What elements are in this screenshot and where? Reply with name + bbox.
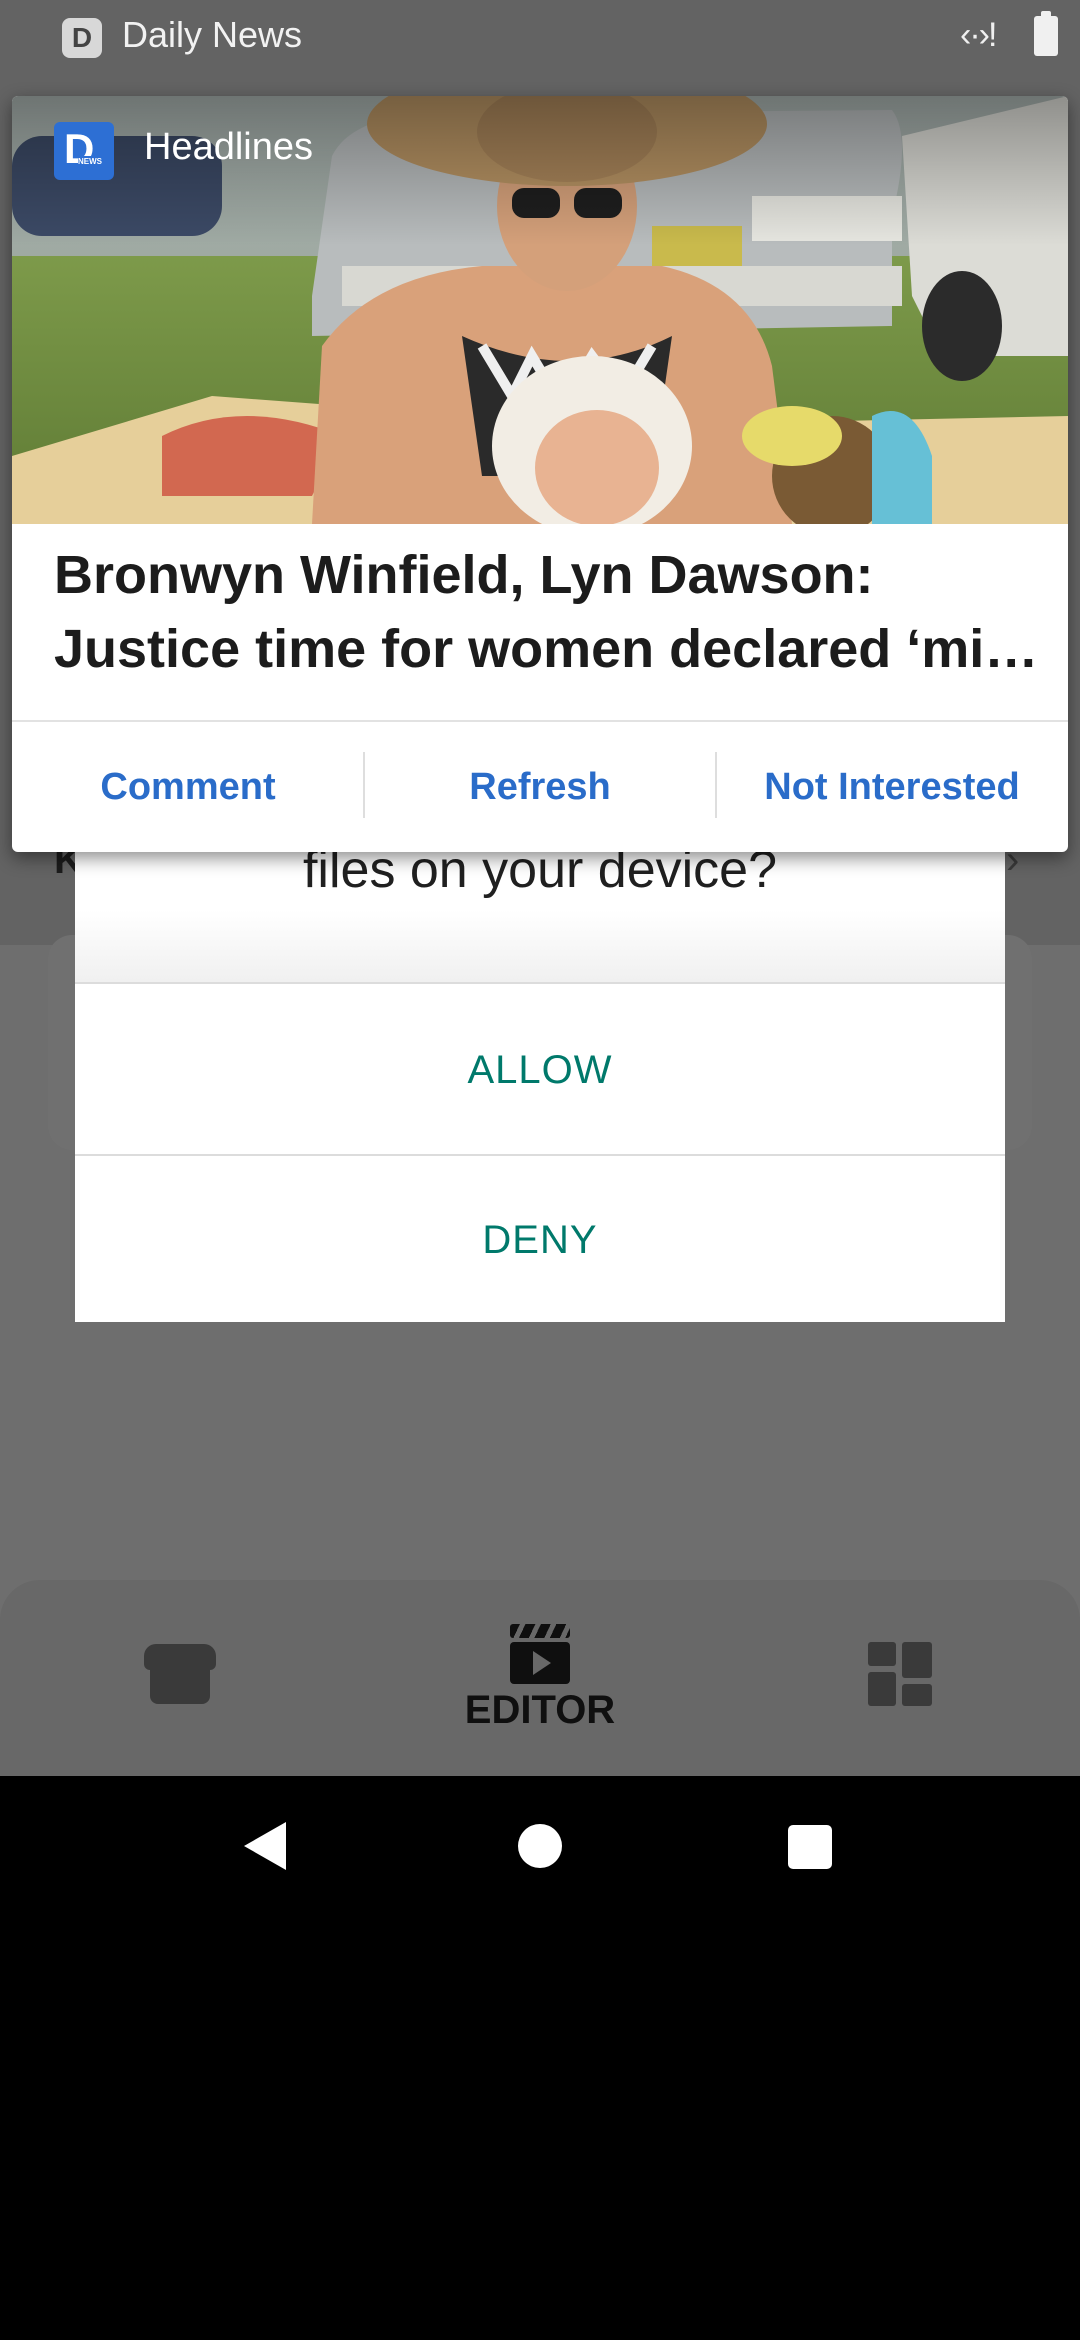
not-interested-button[interactable]: Not Interested	[716, 722, 1068, 852]
clapperboard-play-icon	[510, 1624, 570, 1638]
nav-editor-label: EDITOR	[464, 1688, 616, 1732]
notification-photo: D NEWS Headlines	[12, 96, 1068, 524]
store-icon-body	[150, 1666, 210, 1704]
back-icon[interactable]	[244, 1822, 286, 1870]
title-line-2: Justice time for women declared ‘mi…	[54, 619, 1039, 679]
home-icon[interactable]	[518, 1824, 562, 1868]
nav-store[interactable]	[60, 1580, 300, 1776]
comment-button[interactable]: Comment	[12, 722, 364, 852]
news-icon: D	[62, 18, 102, 58]
dialog-fade	[75, 910, 1005, 982]
status-bar: D Daily News ‹·›!	[0, 0, 1080, 74]
notification-channel: Headlines	[144, 126, 313, 168]
recents-icon[interactable]	[788, 1825, 832, 1869]
dashboard-icon	[868, 1642, 932, 1706]
notification-title: Bronwyn Winfield, Lyn Dawson: Justice ti…	[54, 538, 1044, 686]
battery-icon	[1034, 11, 1058, 56]
divider	[75, 982, 1005, 984]
allow-button[interactable]: ALLOW	[75, 986, 1005, 1154]
deny-button[interactable]: DENY	[75, 1156, 1005, 1324]
title-line-1: Bronwyn Winfield, Lyn Dawson:	[54, 545, 874, 605]
refresh-button[interactable]: Refresh	[364, 722, 716, 852]
permission-dialog: files on your device? ALLOW DENY	[75, 800, 1005, 1322]
news-notification[interactable]: D NEWS Headlines Bronwyn Winfield, Lyn D…	[12, 96, 1068, 852]
nav-dashboard[interactable]	[780, 1580, 1020, 1776]
daily-news-logo-icon: D NEWS	[54, 122, 114, 180]
system-navigation-bar	[0, 1776, 1080, 1916]
nav-editor[interactable]: EDITOR	[420, 1580, 660, 1776]
status-app-name: Daily News	[122, 14, 303, 55]
data-transfer-icon: ‹·›!	[960, 16, 997, 54]
bottom-navigation: EDITOR	[0, 1580, 1080, 1776]
notification-actions: Comment Refresh Not Interested	[12, 722, 1068, 852]
play-icon	[533, 1651, 551, 1675]
